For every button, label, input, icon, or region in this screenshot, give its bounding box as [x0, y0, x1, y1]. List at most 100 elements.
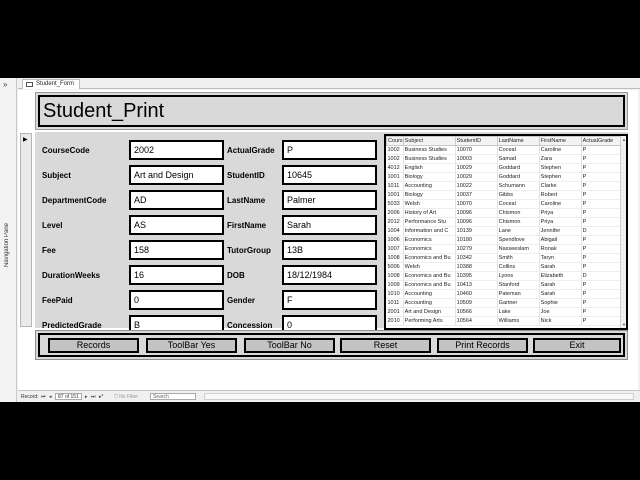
current-record-input[interactable]: 87 of 151 — [55, 393, 82, 400]
table-cell[interactable]: Ronak — [539, 244, 582, 254]
table-cell[interactable]: Business Studies — [403, 145, 456, 155]
record-selector[interactable]: ▶ — [20, 133, 32, 327]
datasheet-column-header[interactable]: ActualGrade — [580, 136, 622, 146]
table-cell[interactable]: Accounting — [403, 289, 456, 299]
table-row[interactable]: 1001 Biology 10029 Goddard Stephen P — [386, 172, 622, 182]
actualgrade-field[interactable]: P — [282, 140, 377, 160]
table-cell[interactable]: Goddard — [497, 163, 540, 173]
table-cell[interactable]: Zara — [539, 154, 582, 164]
table-cell[interactable]: Coceal — [497, 199, 540, 209]
table-cell[interactable]: Performing Arts — [403, 316, 456, 326]
table-cell[interactable]: 5033 — [386, 199, 404, 209]
table-cell[interactable]: 10564 — [455, 316, 498, 326]
feepaid-field[interactable]: 0 — [129, 290, 224, 310]
table-row[interactable]: 1008 Economics and Bu 10342 Smith Taryn P — [386, 253, 622, 263]
departmentcode-field[interactable]: AD — [129, 190, 224, 210]
table-cell[interactable]: P — [581, 316, 622, 326]
table-cell[interactable]: Priya — [539, 217, 582, 227]
table-cell[interactable]: Sarah — [539, 262, 582, 272]
table-row[interactable]: 2012 Performance Stu 10096 Chismon Priya P — [386, 217, 622, 227]
table-cell[interactable]: Samad — [497, 154, 540, 164]
table-cell[interactable]: Performance Stu — [403, 217, 456, 227]
table-cell[interactable]: 5006 — [386, 262, 404, 272]
table-cell[interactable]: Williams — [497, 316, 540, 326]
table-cell[interactable]: Pateman — [497, 289, 540, 299]
student-datasheet-subform[interactable]: Cours Subject StudentID LastName FirstName Ac… — [384, 134, 628, 330]
table-cell[interactable]: 2012 — [386, 217, 404, 227]
next-record-icon[interactable]: ▸ — [85, 394, 88, 400]
table-cell[interactable]: Joe — [539, 307, 582, 317]
table-cell[interactable]: Nasseeslam — [497, 244, 540, 254]
table-cell[interactable]: 10096 — [455, 217, 498, 227]
print-records-button[interactable]: Print Records — [437, 338, 528, 353]
table-cell[interactable]: P — [581, 163, 622, 173]
table-cell[interactable]: 10342 — [455, 253, 498, 263]
table-cell[interactable]: Biology — [403, 190, 456, 200]
table-row[interactable]: 1011 Accounting 10509 Gartner Sophie P — [386, 298, 622, 308]
table-cell[interactable]: Stanford — [497, 280, 540, 290]
subject-field[interactable]: Art and Design — [129, 165, 224, 185]
scroll-up-icon[interactable]: ▲ — [622, 137, 626, 142]
reset-button[interactable]: Reset — [340, 338, 431, 353]
table-row[interactable]: 1010 Accounting 10460 Pateman Sarah P — [386, 289, 622, 299]
table-cell[interactable]: Priya — [539, 208, 582, 218]
table-cell[interactable]: P — [581, 253, 622, 263]
table-cell[interactable]: Gartner — [497, 298, 540, 308]
table-row[interactable]: 2010 Performing Arts 10564 Williams Nick P — [386, 316, 622, 326]
table-row[interactable]: 1011 Accounting 10022 Schumann Clarke P — [386, 181, 622, 191]
table-cell[interactable]: 10509 — [455, 298, 498, 308]
table-cell[interactable]: Smith — [497, 253, 540, 263]
table-cell[interactable]: 10029 — [455, 172, 498, 182]
table-cell[interactable]: Jennifer — [539, 226, 582, 236]
table-cell[interactable]: P — [581, 199, 622, 209]
table-row[interactable]: 1004 Information and C 10139 Lane Jennifer D — [386, 226, 622, 236]
table-cell[interactable]: 10096 — [455, 208, 498, 218]
table-cell[interactable]: 10070 — [455, 199, 498, 209]
table-cell[interactable]: P — [581, 244, 622, 254]
table-cell[interactable]: English — [403, 163, 456, 173]
table-cell[interactable]: 10566 — [455, 307, 498, 317]
table-cell[interactable]: Abigail — [539, 235, 582, 245]
records-button[interactable]: Records — [48, 338, 139, 353]
table-cell[interactable]: Robert — [539, 190, 582, 200]
table-cell[interactable]: D — [581, 226, 622, 236]
table-cell[interactable]: Lyons — [497, 271, 540, 281]
table-cell[interactable]: Gibbs — [497, 190, 540, 200]
table-cell[interactable]: History of Art — [403, 208, 456, 218]
table-cell[interactable]: Economics and Bu — [403, 253, 456, 263]
table-cell[interactable]: Welsh — [403, 262, 456, 272]
table-cell[interactable]: Coceal — [497, 145, 540, 155]
table-cell[interactable]: 10022 — [455, 181, 498, 191]
exit-button[interactable]: Exit — [533, 338, 621, 353]
expand-chevron-icon[interactable]: » — [3, 80, 7, 89]
table-cell[interactable]: P — [581, 217, 622, 227]
table-cell[interactable]: 2001 — [386, 307, 404, 317]
table-cell[interactable]: 10279 — [455, 244, 498, 254]
table-cell[interactable]: Caroline — [539, 199, 582, 209]
table-cell[interactable]: P — [581, 289, 622, 299]
table-cell[interactable]: 10395 — [455, 271, 498, 281]
table-cell[interactable]: 2010 — [386, 316, 404, 326]
table-cell[interactable]: 1007 — [386, 244, 404, 254]
table-row[interactable]: 2006 History of Art 10096 Chismon Priya P — [386, 208, 622, 218]
table-cell[interactable]: Chismon — [497, 208, 540, 218]
table-cell[interactable]: P — [581, 190, 622, 200]
table-cell[interactable]: 1001 — [386, 172, 404, 182]
table-row[interactable]: 1006 Economics 10180 Spendlove Abigail P — [386, 235, 622, 245]
table-cell[interactable]: 1001 — [386, 190, 404, 200]
durationweeks-field[interactable]: 16 — [129, 265, 224, 285]
table-row[interactable]: 5033 Welsh 10070 Coceal Caroline P — [386, 199, 622, 209]
table-row[interactable]: 4012 English 10029 Goddard Stephen P — [386, 163, 622, 173]
table-cell[interactable]: 1011 — [386, 181, 404, 191]
table-cell[interactable]: Elizabeth — [539, 271, 582, 281]
table-cell[interactable]: Stephen — [539, 172, 582, 182]
table-cell[interactable]: Biology — [403, 172, 456, 182]
table-cell[interactable]: 10460 — [455, 289, 498, 299]
table-row[interactable]: 1002 Business Studies 10003 Samad Zara P — [386, 154, 622, 164]
table-cell[interactable]: Business Studies — [403, 154, 456, 164]
table-cell[interactable]: Welsh — [403, 199, 456, 209]
table-cell[interactable]: 4012 — [386, 163, 404, 173]
firstname-field[interactable]: Sarah — [282, 215, 377, 235]
table-cell[interactable]: 1011 — [386, 298, 404, 308]
table-cell[interactable]: 10413 — [455, 280, 498, 290]
